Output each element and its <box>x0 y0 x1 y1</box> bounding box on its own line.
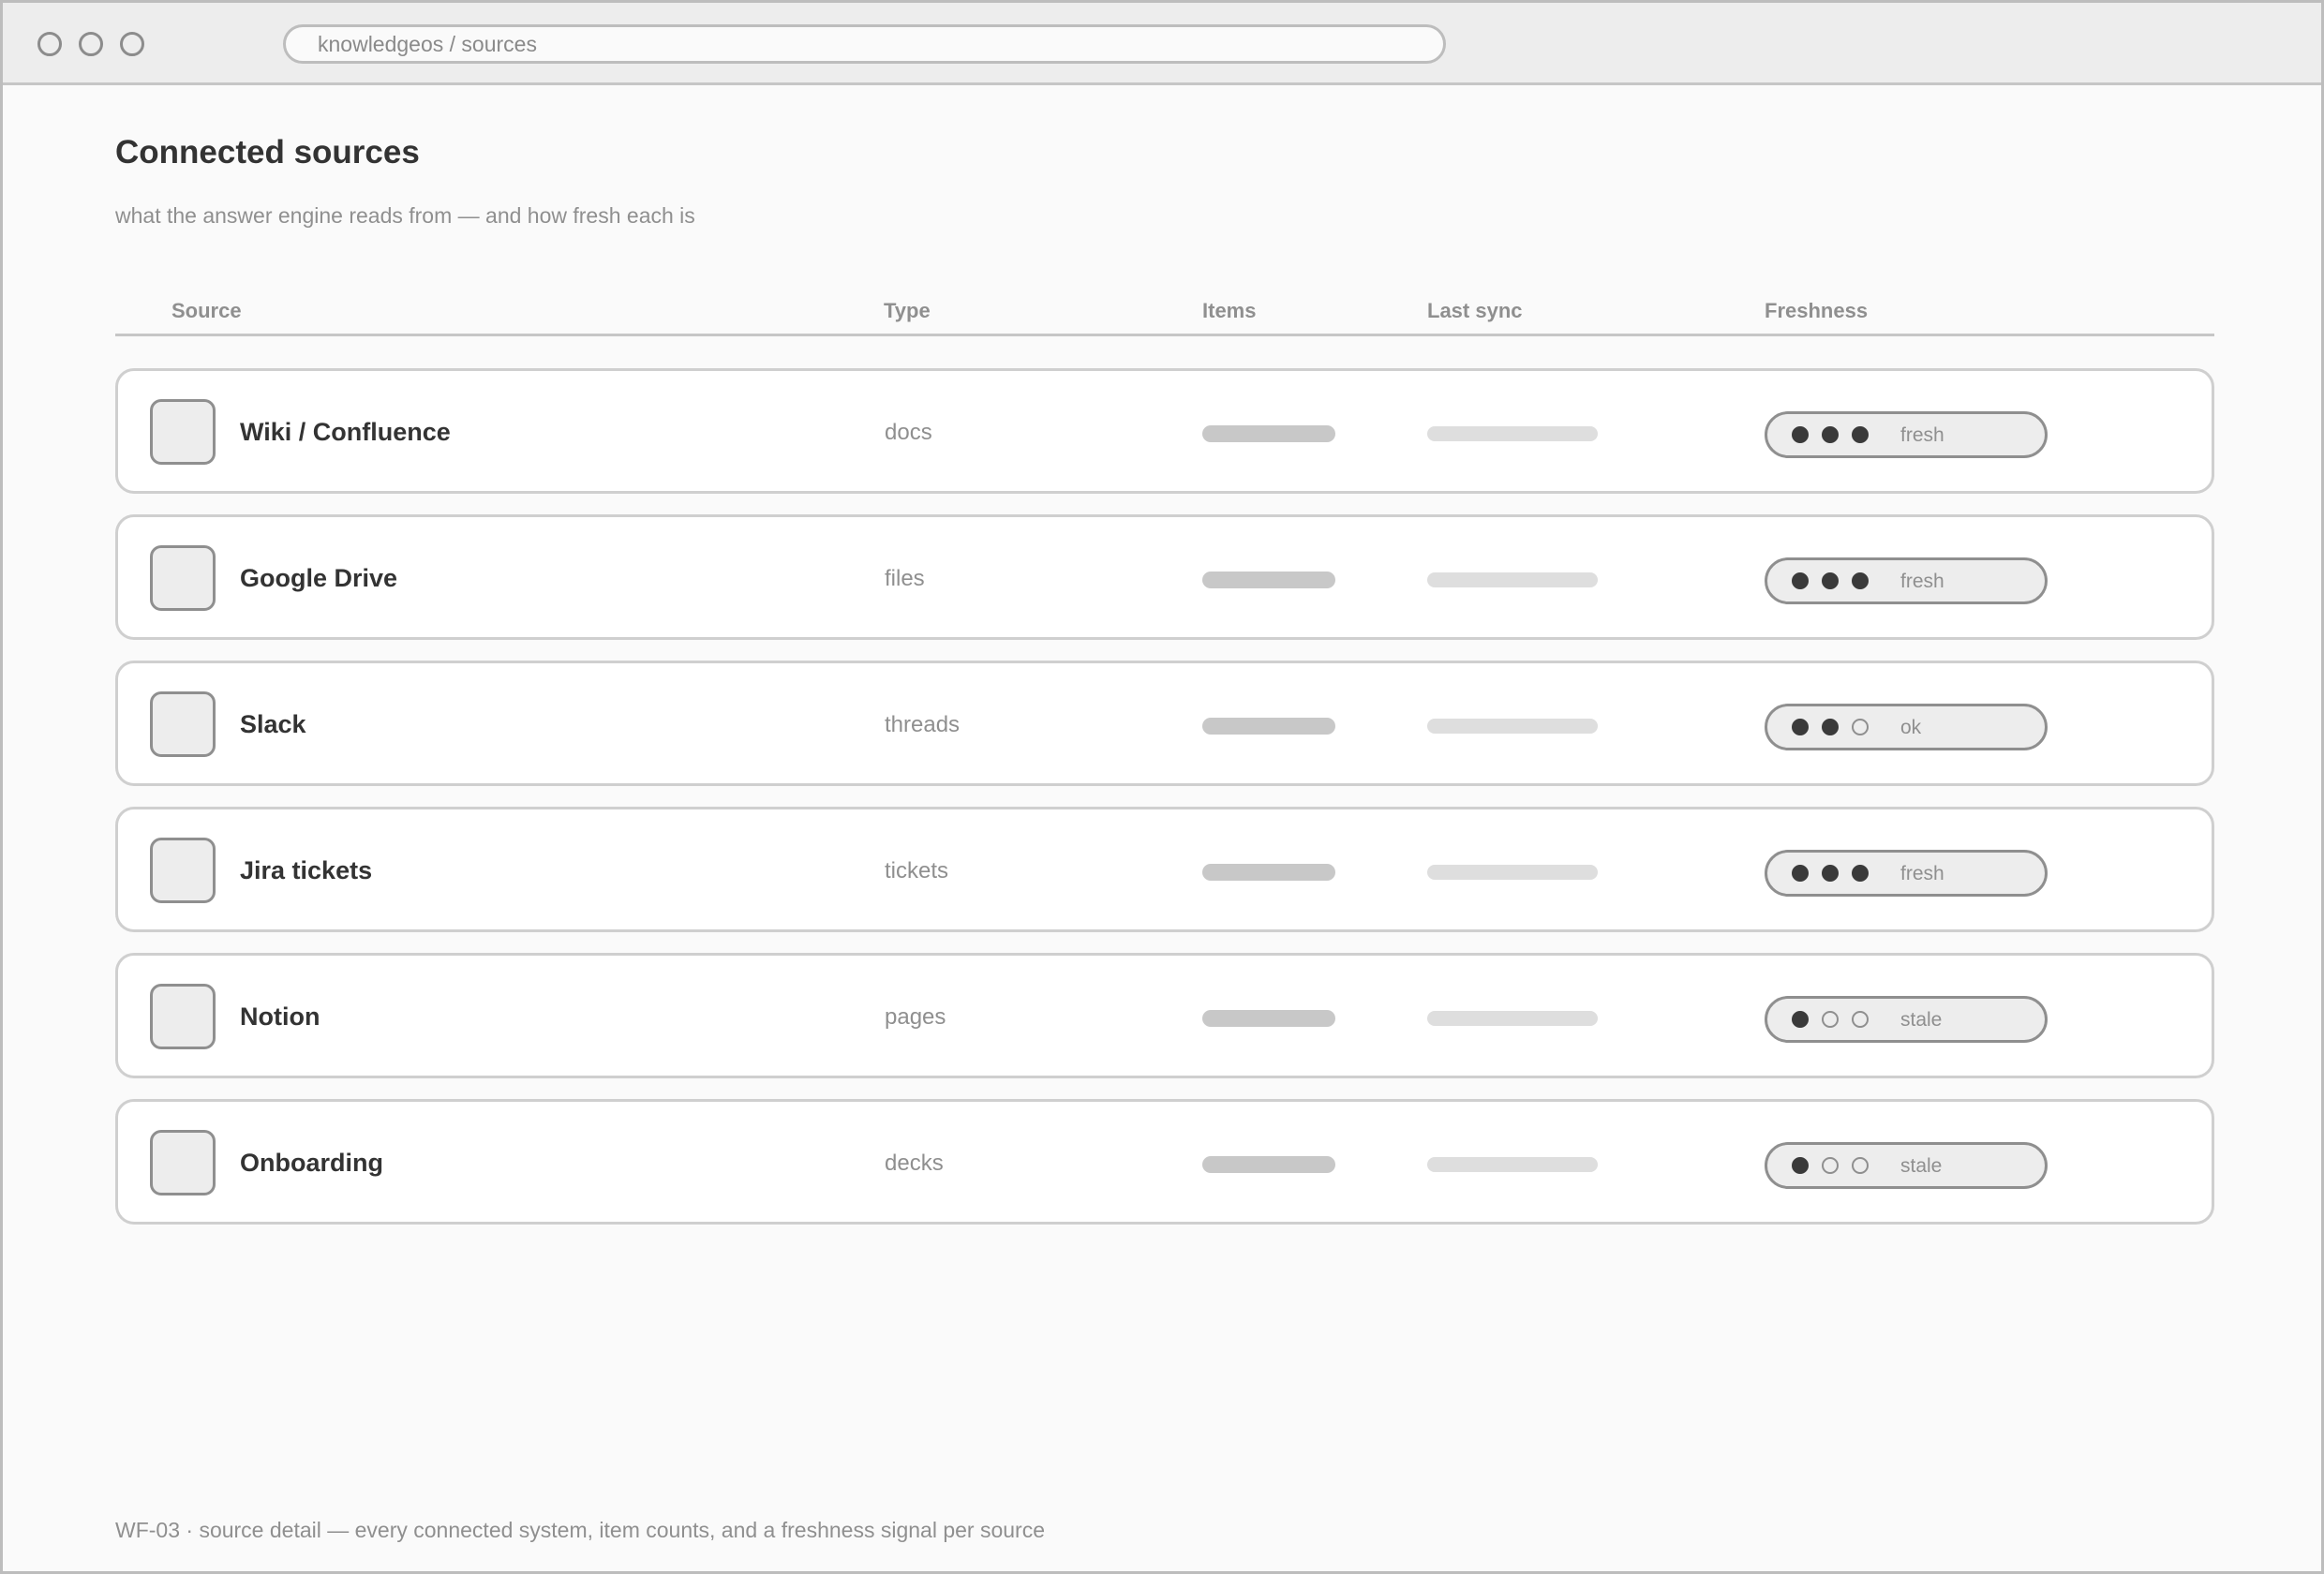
source-type: decks <box>885 1151 944 1176</box>
freshness-badge: fresh <box>1765 557 2048 604</box>
source-row[interactable]: Wiki / Confluence docs fresh <box>115 368 2214 494</box>
window-close-icon[interactable] <box>37 32 62 56</box>
last-sync-placeholder <box>1427 1011 1598 1026</box>
last-sync-placeholder <box>1427 426 1598 441</box>
freshness-dot-filled-icon <box>1852 865 1869 882</box>
page-subtitle: what the answer engine reads from — and … <box>115 203 695 228</box>
items-count-placeholder <box>1202 572 1335 588</box>
source-logo-placeholder <box>150 1130 216 1195</box>
freshness-dot-filled-icon <box>1822 719 1839 735</box>
freshness-dot-empty-icon <box>1852 1011 1869 1028</box>
source-type: docs <box>885 420 932 445</box>
last-sync-placeholder <box>1427 572 1598 587</box>
freshness-label: fresh <box>1900 424 1944 446</box>
window-minimize-icon[interactable] <box>79 32 103 56</box>
items-count-placeholder <box>1202 864 1335 881</box>
freshness-dot-empty-icon <box>1852 1157 1869 1174</box>
source-row[interactable]: Onboarding decks stale <box>115 1099 2214 1225</box>
freshness-badge: ok <box>1765 704 2048 750</box>
source-type: pages <box>885 1004 946 1030</box>
page-title: Connected sources <box>115 134 420 171</box>
items-count-placeholder <box>1202 1156 1335 1173</box>
address-bar[interactable]: knowledgeos / sources <box>283 24 1446 64</box>
source-row[interactable]: Slack threads ok <box>115 661 2214 786</box>
window-maximize-icon[interactable] <box>120 32 144 56</box>
freshness-dot-filled-icon <box>1822 572 1839 589</box>
source-logo-placeholder <box>150 838 216 903</box>
items-count-placeholder <box>1202 718 1335 735</box>
freshness-dot-filled-icon <box>1792 1157 1809 1174</box>
freshness-badge: fresh <box>1765 850 2048 897</box>
browser-chrome: knowledgeos / sources <box>3 3 2321 85</box>
freshness-dot-empty-icon <box>1852 719 1869 735</box>
source-name: Slack <box>240 710 306 738</box>
freshness-dot-filled-icon <box>1792 426 1809 443</box>
freshness-label: fresh <box>1900 571 1944 592</box>
freshness-badge: fresh <box>1765 411 2048 458</box>
source-name: Onboarding <box>240 1149 383 1177</box>
freshness-dot-filled-icon <box>1822 865 1839 882</box>
freshness-badge: stale <box>1765 996 2048 1043</box>
source-logo-placeholder <box>150 545 216 611</box>
freshness-label: stale <box>1900 1155 1943 1177</box>
column-header-last-sync: Last sync <box>1427 299 1523 322</box>
freshness-dot-filled-icon <box>1792 572 1809 589</box>
source-name: Jira tickets <box>240 856 373 884</box>
source-type: tickets <box>885 858 949 884</box>
source-row[interactable]: Google Drive files fresh <box>115 514 2214 640</box>
freshness-dot-empty-icon <box>1822 1157 1839 1174</box>
freshness-dot-filled-icon <box>1852 572 1869 589</box>
freshness-dot-filled-icon <box>1792 865 1809 882</box>
freshness-dot-empty-icon <box>1822 1011 1839 1028</box>
last-sync-placeholder <box>1427 1157 1598 1172</box>
browser-window: knowledgeos / sources Connected sources … <box>0 0 2324 1574</box>
source-logo-placeholder <box>150 399 216 465</box>
column-header-source: Source <box>171 299 242 322</box>
column-header-freshness: Freshness <box>1765 299 1869 322</box>
column-header-type: Type <box>884 299 931 322</box>
freshness-label: fresh <box>1900 863 1944 884</box>
last-sync-placeholder <box>1427 865 1598 880</box>
items-count-placeholder <box>1202 1010 1335 1027</box>
freshness-dot-filled-icon <box>1792 1011 1809 1028</box>
last-sync-placeholder <box>1427 719 1598 734</box>
table-header: Source Type Items Last sync Freshness <box>115 284 2214 336</box>
column-header-items: Items <box>1202 299 1257 322</box>
wireframe-note: WF-03 · source detail — every connected … <box>115 1518 1045 1542</box>
freshness-label: ok <box>1900 717 1922 738</box>
source-name: Wiki / Confluence <box>240 418 451 446</box>
freshness-label: stale <box>1900 1009 1943 1031</box>
items-count-placeholder <box>1202 425 1335 442</box>
source-type: threads <box>885 712 961 737</box>
source-name: Notion <box>240 1002 320 1031</box>
source-logo-placeholder <box>150 691 216 757</box>
source-row[interactable]: Jira tickets tickets fresh <box>115 807 2214 932</box>
source-logo-placeholder <box>150 984 216 1049</box>
freshness-dot-filled-icon <box>1822 426 1839 443</box>
freshness-badge: stale <box>1765 1142 2048 1189</box>
source-name: Google Drive <box>240 564 398 592</box>
freshness-dot-filled-icon <box>1852 426 1869 443</box>
source-type: files <box>885 566 925 591</box>
source-row[interactable]: Notion pages stale <box>115 953 2214 1078</box>
freshness-dot-filled-icon <box>1792 719 1809 735</box>
